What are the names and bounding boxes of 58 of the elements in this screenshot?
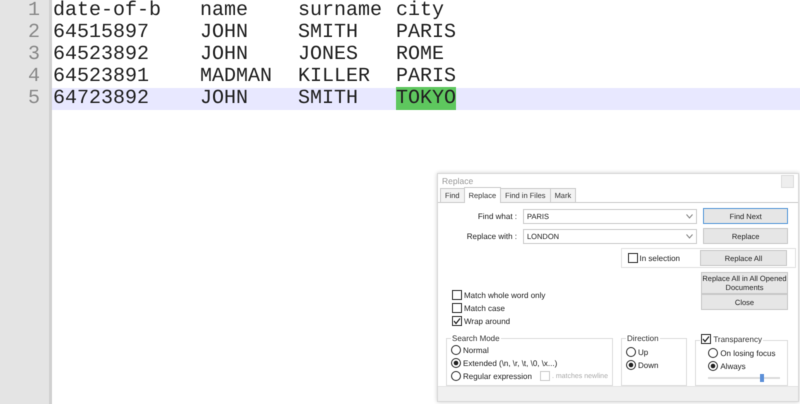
text-cell: SMITH [298,21,358,44]
radio-button[interactable] [708,348,718,358]
text-cell: KILLER [298,65,370,88]
text-cell: JOHN [200,87,248,110]
line-number: 3 [0,44,52,66]
text-cell: 64515897 [53,21,150,44]
radio-label: Normal [463,346,489,354]
checkbox-label: Match whole word only [464,290,546,300]
radio-button[interactable] [626,360,636,370]
radio-label: Up [638,348,648,356]
checkbox[interactable] [452,316,462,326]
field-label: Replace with : [466,232,517,240]
line-number: 1 [0,0,52,22]
checkbox[interactable] [452,303,462,313]
group-title: Search Mode [451,334,501,343]
line-number: 4 [0,66,52,88]
text-cell: JOHN [200,43,248,66]
checkbox[interactable] [628,253,638,263]
checkbox-label: Transparency [713,334,762,344]
slider-thumb[interactable] [760,374,764,382]
checkbox-label: Match case [464,304,505,312]
radio-label: Extended (\n, \r, \t, \0, \x...) [463,358,558,368]
radio-label: Always [720,362,746,370]
text-cell: TOKYO [396,87,456,110]
text-cell: surname [298,0,382,22]
text-cell: JOHN [200,21,248,44]
checkbox-label: Wrap around [464,316,510,326]
radio-button[interactable] [451,345,461,355]
radio-label: Down [638,360,658,370]
text-cell: 64523892 [53,43,150,66]
line-number: 5 [0,88,52,110]
text-cell: ROME [396,43,444,66]
text-cell: city [396,0,444,22]
checkbox-label: In selection [640,254,680,262]
line-number: 2 [0,22,52,44]
radio-label: Regular expression [463,372,532,380]
text-cell: SMITH [298,87,358,110]
text-cell: 64723892 [53,87,150,110]
field-label: Find what : [476,212,517,220]
radio-button[interactable] [451,371,461,381]
dropdown-caret-icon[interactable] [686,234,694,238]
checkbox[interactable] [701,334,712,344]
radio-button[interactable] [708,361,718,371]
text-cell: PARIS [396,65,456,88]
text-cell: PARIS [396,21,456,44]
window-title: Replace [442,176,474,186]
group-title: Direction [626,334,660,343]
transparency-slider[interactable] [708,374,780,382]
text-cell: JONES [298,43,358,66]
checkbox[interactable] [452,290,462,300]
text-cell: MADMAN [200,65,272,88]
radio-button[interactable] [451,358,461,368]
text-cell: date-of-b [53,0,162,22]
text-cell: 64523891 [53,65,150,88]
radio-button[interactable] [626,347,636,357]
text-cell: name [200,0,248,22]
dropdown-caret-icon[interactable] [686,214,694,218]
radio-label: On losing focus [720,348,776,358]
